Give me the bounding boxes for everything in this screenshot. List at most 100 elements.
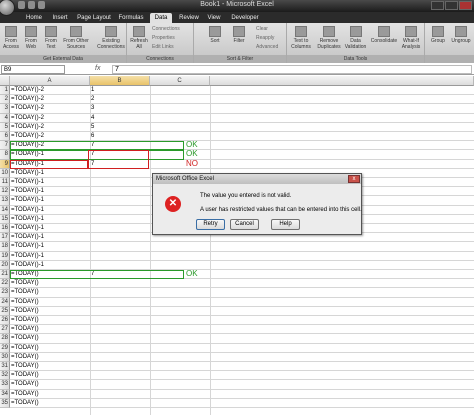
row-header[interactable]: 8 [0,150,10,160]
name-box[interactable]: B9 [1,65,65,74]
row-header[interactable]: 18 [0,242,10,252]
cell-a17[interactable]: =TODAY()-1 [10,233,90,242]
cell-a22[interactable]: =TODAY() [10,279,90,288]
cell-a28[interactable]: =TODAY() [10,334,90,343]
tab-view[interactable]: View [204,13,224,23]
row-header[interactable]: 5 [0,122,10,132]
cell-a25[interactable]: =TODAY() [10,307,90,316]
from-other-sources-button[interactable]: From Other Sources [62,26,90,50]
cell-b33[interactable] [90,380,150,389]
cell-b32[interactable] [90,371,150,380]
cell-a10[interactable]: =TODAY()-1 [10,169,90,178]
cell-b28[interactable] [90,334,150,343]
cell-b20[interactable] [90,261,150,270]
cell-b2[interactable]: 2 [90,95,150,104]
cell-b1[interactable]: 1 [90,86,150,95]
refresh-all-button[interactable]: Refresh All [128,26,150,50]
fx-icon[interactable]: fx [95,65,100,72]
row-header[interactable]: 7 [0,141,10,151]
cell-a32[interactable]: =TODAY() [10,371,90,380]
cell-a33[interactable]: =TODAY() [10,380,90,389]
cell-a15[interactable]: =TODAY()-1 [10,215,90,224]
minimize-button[interactable] [431,1,444,10]
row-header[interactable]: 16 [0,224,10,234]
row-header[interactable]: 21 [0,270,10,280]
cell-a27[interactable]: =TODAY() [10,325,90,334]
group-button[interactable]: Group [427,26,449,44]
tab-insert[interactable]: Insert [48,13,72,23]
cell-b6[interactable]: 6 [90,132,150,141]
row-header[interactable]: 26 [0,316,10,326]
cell-a16[interactable]: =TODAY()-1 [10,224,90,233]
cell-a31[interactable]: =TODAY() [10,362,90,371]
cell-b18[interactable] [90,242,150,251]
from-access-button[interactable]: From Access [0,26,22,50]
tab-data[interactable]: Data [150,13,172,23]
column-header-c[interactable]: C [150,76,210,86]
cell-b14[interactable] [90,206,150,215]
cell-a2[interactable]: =TODAY()-2 [10,95,90,104]
cell-a5[interactable]: =TODAY()-2 [10,123,90,132]
cell-a23[interactable]: =TODAY() [10,288,90,297]
dialog-close-button[interactable]: x [348,175,360,183]
cell-b12[interactable] [90,187,150,196]
help-button[interactable]: Help [271,219,300,230]
cell-b25[interactable] [90,307,150,316]
row-header[interactable]: 6 [0,132,10,142]
clear-link[interactable]: Clear [256,26,268,32]
row-header[interactable]: 35 [0,398,10,408]
cell-a4[interactable]: =TODAY()-2 [10,114,90,123]
row-header[interactable]: 12 [0,187,10,197]
row-header[interactable]: 11 [0,178,10,188]
cell-a20[interactable]: =TODAY()-1 [10,261,90,270]
row-header[interactable]: 25 [0,306,10,316]
row-header[interactable]: 24 [0,297,10,307]
row-header[interactable]: 33 [0,380,10,390]
cell-b11[interactable] [90,178,150,187]
cell-b27[interactable] [90,325,150,334]
maximize-button[interactable] [445,1,458,10]
cell-b16[interactable] [90,224,150,233]
cell-a24[interactable]: =TODAY() [10,298,90,307]
cell-b4[interactable]: 4 [90,114,150,123]
cell-a26[interactable]: =TODAY() [10,316,90,325]
row-header[interactable]: 28 [0,334,10,344]
from-web-button[interactable]: From Web [20,26,42,50]
cell-a18[interactable]: =TODAY()-1 [10,242,90,251]
select-all-corner[interactable] [0,76,10,86]
cell-b35[interactable] [90,399,150,408]
row-header[interactable]: 27 [0,325,10,335]
tab-developer[interactable]: Developer [228,13,262,23]
advanced-link[interactable]: Advanced [256,44,278,50]
sort-button[interactable]: Sort [204,26,226,44]
row-header[interactable]: 32 [0,371,10,381]
row-header[interactable]: 15 [0,214,10,224]
retry-button[interactable]: Retry [196,219,225,230]
cell-b30[interactable] [90,353,150,362]
cell-b26[interactable] [90,316,150,325]
column-header-b[interactable]: B [90,76,150,86]
edit-links-link[interactable]: Edit Links [152,44,174,50]
tab-formulas[interactable]: Formulas [116,13,146,23]
tab-review[interactable]: Review [176,13,202,23]
row-header[interactable]: 23 [0,288,10,298]
cell-b3[interactable]: 3 [90,104,150,113]
cell-a19[interactable]: =TODAY()-1 [10,252,90,261]
cell-a12[interactable]: =TODAY()-1 [10,187,90,196]
row-header[interactable]: 17 [0,233,10,243]
cell-a35[interactable]: =TODAY() [10,399,90,408]
connections-link[interactable]: Connections [152,26,180,32]
cell-b31[interactable] [90,362,150,371]
text-to-columns-button[interactable]: Text to Columns [288,26,314,50]
cell-a29[interactable]: =TODAY() [10,344,90,353]
cell-a13[interactable]: =TODAY()-1 [10,196,90,205]
reapply-link[interactable]: Reapply [256,35,274,41]
cell-a11[interactable]: =TODAY()-1 [10,178,90,187]
cell-a14[interactable]: =TODAY()-1 [10,206,90,215]
consolidate-button[interactable]: Consolidate [370,26,398,44]
cell-a30[interactable]: =TODAY() [10,353,90,362]
cell-b5[interactable]: 5 [90,123,150,132]
filter-button[interactable]: Filter [228,26,250,44]
cell-b29[interactable] [90,344,150,353]
cell-b15[interactable] [90,215,150,224]
